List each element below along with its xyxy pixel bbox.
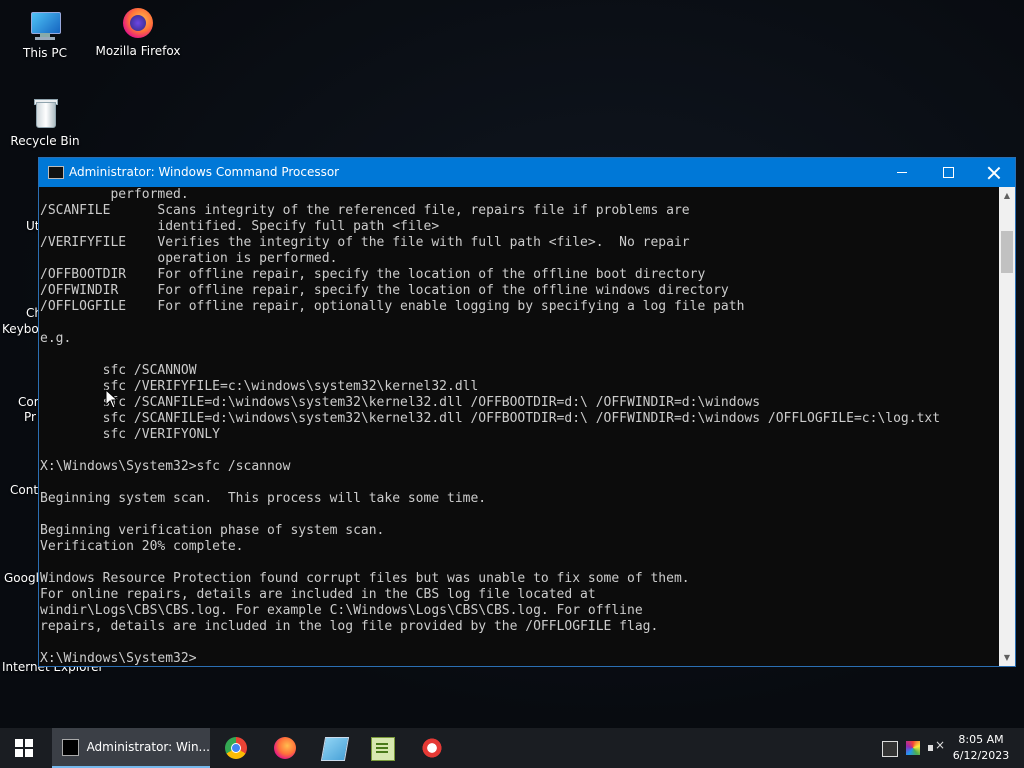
notepad-plus-plus-icon[interactable] [371,737,395,761]
desktop-icon-firefox[interactable]: Mozilla Firefox [93,6,183,58]
minimize-button[interactable] [879,158,925,187]
mouse-pointer-icon [105,388,119,409]
command-prompt-window[interactable]: Administrator: Windows Command Processor… [38,157,1016,667]
desktop-icon-partial-label[interactable]: Pr [24,410,36,424]
maximize-button[interactable] [925,158,971,187]
network-icon[interactable] [882,741,898,757]
minimize-icon [897,172,907,173]
console-text: performed. /SCANFILE Scans integrity of … [40,187,941,666]
desktop-icon-this-pc[interactable]: This PC [0,8,90,60]
close-icon [988,167,1000,179]
paint-icon[interactable] [421,737,443,759]
recycle-bin-icon [28,96,62,130]
color-icon[interactable] [906,741,920,755]
cmd-icon [48,166,64,179]
this-pc-icon [28,8,62,42]
scroll-up-arrow-icon[interactable]: ▲ [999,187,1015,204]
firefox-icon [121,6,155,40]
chrome-icon[interactable] [225,737,247,759]
firefox-icon[interactable] [274,737,296,759]
console-output-area[interactable]: performed. /SCANFILE Scans integrity of … [39,187,999,666]
desktop-icon-recycle-bin[interactable]: Recycle Bin [0,96,90,148]
maximize-icon [942,167,954,178]
taskbar-item-label: Administrator: Win... [86,740,210,754]
start-button[interactable] [0,728,48,768]
window-title: Administrator: Windows Command Processor [69,165,340,179]
close-button[interactable] [971,158,1017,187]
scrollbar-thumb[interactable] [1001,231,1013,273]
windows-logo-icon [15,739,33,757]
vertical-scrollbar[interactable]: ▲ ▼ [999,187,1015,666]
desktop-icon-partial-label[interactable]: Googl [4,571,39,585]
clock-time: 8:05 AM [958,733,1004,746]
desktop-icon-label: Mozilla Firefox [95,44,181,58]
taskbar: Administrator: Win... 8:05 AM 6/12/2023 [0,728,1024,768]
scroll-down-arrow-icon[interactable]: ▼ [999,649,1015,666]
volume-muted-icon[interactable] [928,738,945,755]
cmd-icon [62,738,79,756]
taskbar-item-command-prompt[interactable]: Administrator: Win... [52,728,210,768]
window-titlebar[interactable]: Administrator: Windows Command Processor [39,158,1015,187]
clock-date: 6/12/2023 [952,749,1010,762]
system-clock[interactable]: 8:05 AM 6/12/2023 [948,732,1014,764]
desktop-icon-label: Recycle Bin [10,134,80,148]
desktop-icon-label: This PC [23,46,67,60]
notepad-icon[interactable] [320,737,350,761]
